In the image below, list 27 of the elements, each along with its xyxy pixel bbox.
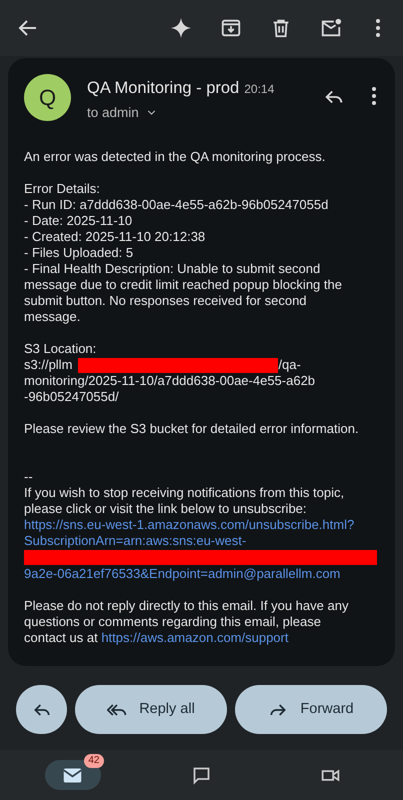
s3-path-text: /qa- [278,357,301,373]
footer-text: Please do not reply directly to this email. If you have any questions or comments regarding this email, please contact us at https://aws.amazon.com/support [24,598,350,646]
chat-icon [191,764,212,786]
recipient-toggle[interactable]: to admin [87,102,158,123]
more-options-icon [372,87,376,105]
message-options-button[interactable] [369,86,379,106]
unsubscribe-link[interactable]: 9a2e-06a21ef76533&Endpoint=admin@parallellm.com [24,566,379,582]
unsubscribe-link[interactable]: https://sns.eu-west-1.amazonaws.com/unsubscribe.html? SubscriptionArn=arn:aws:sns:eu-west- [24,517,379,549]
s3-path-start: s3://pllm [24,357,72,373]
reply-all-button[interactable]: Reply all [75,685,227,734]
intro-text: An error was detected in the QA monitoring process. [24,149,326,165]
error-details-text: Error Details: - Run ID: a7ddd638-00ae-4e55-a62b-96b05247055d - Date: 2025-11-10 - Created: 2025-11-10 20:12:38 - Files Uploaded: 5 - Final Health Description: Unable to submit second message due to credit limit reached popup blocking the submit button. No responses received for second message. [24,181,343,325]
reply-button[interactable] [16,685,67,734]
sender-name: QA Monitoring - prod [87,78,240,99]
archive-icon [220,17,242,39]
review-text: Please review the S3 bucket for detailed error information. [24,421,360,437]
unsubscribe-notice: -- If you wish to stop receiving notifications from this topic, please click or visit the link below to unsubscribe: [24,469,346,517]
s3-location-label: S3 Location: [24,341,98,357]
s3-path-text: monitoring/2025-11-10/a7ddd638-00ae-4e55-a62b -96b05247055d/ [24,373,316,405]
email-time: 20:14 [244,81,274,98]
sender-avatar: Q [24,74,71,121]
unread-count-badge: 42 [84,754,104,768]
sparkle-button[interactable] [169,16,193,40]
unread-mail-icon [320,17,342,39]
support-link[interactable]: https://aws.amazon.com/support [101,630,288,645]
more-options-icon [376,19,380,37]
forward-button[interactable]: Forward [235,685,387,734]
